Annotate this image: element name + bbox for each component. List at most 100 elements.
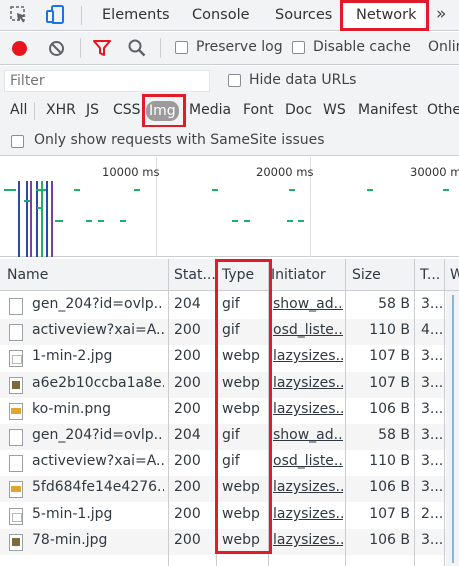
blank-file-icon — [9, 455, 23, 472]
type-filter-all[interactable]: All — [10, 102, 27, 118]
column-header-waterfall[interactable]: W — [450, 267, 459, 283]
waterfall-marker-line — [452, 295, 454, 563]
request-type: gif — [222, 453, 240, 469]
column-header-name[interactable]: Name — [7, 267, 48, 283]
filter-row: Hide data URLs — [0, 66, 459, 97]
network-toolbar: Preserve log Disable cache Onlin — [0, 32, 459, 65]
request-initiator[interactable]: osd_liste... — [273, 453, 343, 469]
request-size: 58 B — [378, 427, 410, 443]
request-initiator[interactable]: show_ad... — [273, 296, 343, 312]
request-name: a6e2b10ccba1a8e... — [32, 375, 164, 391]
overview-request-dash — [289, 189, 295, 191]
tab-network[interactable]: Network — [344, 0, 424, 31]
image-thumbnail-icon — [9, 377, 23, 394]
column-header-size[interactable]: Size — [352, 267, 381, 283]
overview-request-bar — [26, 181, 28, 257]
type-filter-ws[interactable]: WS — [323, 102, 346, 118]
tab-bar-separator — [81, 6, 82, 25]
table-row[interactable]: activeview?xai=A... 200 gif osd_liste... 110… — [0, 450, 459, 476]
overview-request-dash — [98, 220, 104, 222]
request-size: 106 B — [369, 532, 410, 548]
type-filter-media[interactable]: Media — [189, 102, 231, 118]
table-row[interactable]: activeview?xai=A... 200 gif osd_liste... 110… — [0, 319, 459, 345]
clear-icon[interactable] — [48, 40, 65, 57]
type-filter-img[interactable]: Img — [146, 101, 179, 121]
table-row[interactable]: 78-min.jpg 200 webp lazysizes... 106 B 3... — [0, 529, 459, 555]
blank-file-icon — [9, 298, 23, 315]
toolbar-separator — [80, 38, 81, 58]
filter-icon[interactable] — [93, 40, 111, 57]
request-initiator[interactable]: lazysizes... — [273, 348, 343, 364]
overview-request-dash — [287, 220, 293, 222]
column-divider — [444, 259, 445, 566]
type-filter-separator — [34, 102, 35, 120]
request-name: ko-min.png — [32, 401, 111, 417]
request-time: 4... — [421, 322, 443, 338]
overview-request-dash — [298, 220, 304, 222]
request-status: 200 — [174, 479, 201, 495]
request-status: 200 — [174, 506, 201, 522]
request-time: 3... — [421, 427, 443, 443]
request-time: 3... — [421, 375, 443, 391]
toolbar-separator — [160, 38, 161, 58]
tab-console[interactable]: Console — [192, 0, 250, 31]
request-status: 200 — [174, 453, 201, 469]
image-thumbnail-icon — [9, 534, 23, 551]
overview-request-bar — [46, 181, 48, 257]
type-filter-doc[interactable]: Doc — [285, 102, 312, 118]
type-filter-other[interactable]: Othe — [427, 102, 459, 118]
column-header-status[interactable]: Stat... — [174, 267, 216, 283]
column-divider — [345, 259, 346, 566]
request-initiator[interactable]: lazysizes... — [273, 479, 343, 495]
more-tabs-chevron-icon[interactable]: » — [436, 4, 446, 24]
request-initiator[interactable]: lazysizes... — [273, 375, 343, 391]
request-size: 107 B — [369, 506, 410, 522]
tab-sources[interactable]: Sources — [275, 0, 332, 31]
request-initiator[interactable]: lazysizes... — [273, 506, 343, 522]
request-time: 3... — [421, 532, 443, 548]
devtools-tab-bar: Elements Console Sources Network » — [0, 0, 459, 31]
samesite-row: Only show requests with SameSite issues — [0, 127, 459, 156]
request-name: 78-min.jpg — [32, 532, 108, 548]
preserve-log-label: Preserve log — [196, 39, 283, 55]
request-name: gen_204?id=ovlp... — [32, 427, 164, 443]
disable-cache-checkbox[interactable] — [292, 41, 305, 54]
device-toolbar-icon[interactable] — [45, 5, 65, 25]
request-initiator[interactable]: osd_liste... — [273, 322, 343, 338]
request-name: 1-min-2.jpg — [32, 348, 113, 364]
request-initiator[interactable]: lazysizes... — [273, 401, 343, 417]
request-type: webp — [222, 532, 260, 548]
hide-data-urls-label: Hide data URLs — [249, 72, 357, 88]
overview-request-dash — [37, 207, 43, 209]
record-icon[interactable] — [11, 40, 28, 57]
inspect-element-icon[interactable] — [9, 5, 29, 25]
table-row[interactable]: 5fd684fe14e4276... 200 webp lazysizes... 106… — [0, 476, 459, 502]
preserve-log-checkbox[interactable] — [175, 41, 188, 54]
column-header-initiator[interactable]: Initiator — [271, 267, 326, 283]
table-row[interactable]: 1-min-2.jpg 200 webp lazysizes... 107 B 3... — [0, 345, 459, 371]
overview-request-dash — [120, 220, 126, 222]
throttling-select[interactable]: Onlin — [428, 39, 459, 55]
type-filter-css[interactable]: CSS — [113, 102, 141, 118]
filter-input[interactable] — [4, 70, 210, 92]
type-filter-js[interactable]: JS — [86, 102, 99, 118]
samesite-checkbox[interactable] — [11, 135, 24, 148]
column-header-time[interactable]: T... — [420, 267, 440, 283]
column-header-type[interactable]: Type — [222, 267, 254, 283]
type-filter-font[interactable]: Font — [243, 102, 273, 118]
search-icon[interactable] — [128, 39, 146, 57]
tab-elements[interactable]: Elements — [102, 0, 170, 31]
type-filter-xhr[interactable]: XHR — [46, 102, 76, 118]
type-filter-manifest[interactable]: Manifest — [358, 102, 418, 118]
table-row[interactable]: 5-min-1.jpg 200 webp lazysizes... 107 B 2... — [0, 503, 459, 529]
request-time: 3... — [421, 479, 443, 495]
request-initiator[interactable]: lazysizes... — [273, 532, 343, 548]
table-row[interactable]: ko-min.png 200 webp lazysizes... 106 B 3... — [0, 398, 459, 424]
table-row[interactable]: a6e2b10ccba1a8e... 200 webp lazysizes... 107… — [0, 372, 459, 398]
request-status: 200 — [174, 348, 201, 364]
hide-data-urls-checkbox[interactable] — [228, 74, 241, 87]
request-initiator[interactable]: show_ad... — [273, 427, 343, 443]
table-row[interactable]: gen_204?id=ovlp... 204 gif show_ad... 58 B 3.… — [0, 424, 459, 450]
table-row[interactable]: gen_204?id=ovlp... 204 gif show_ad... 58 B 3.… — [0, 293, 459, 319]
request-type: webp — [222, 375, 260, 391]
